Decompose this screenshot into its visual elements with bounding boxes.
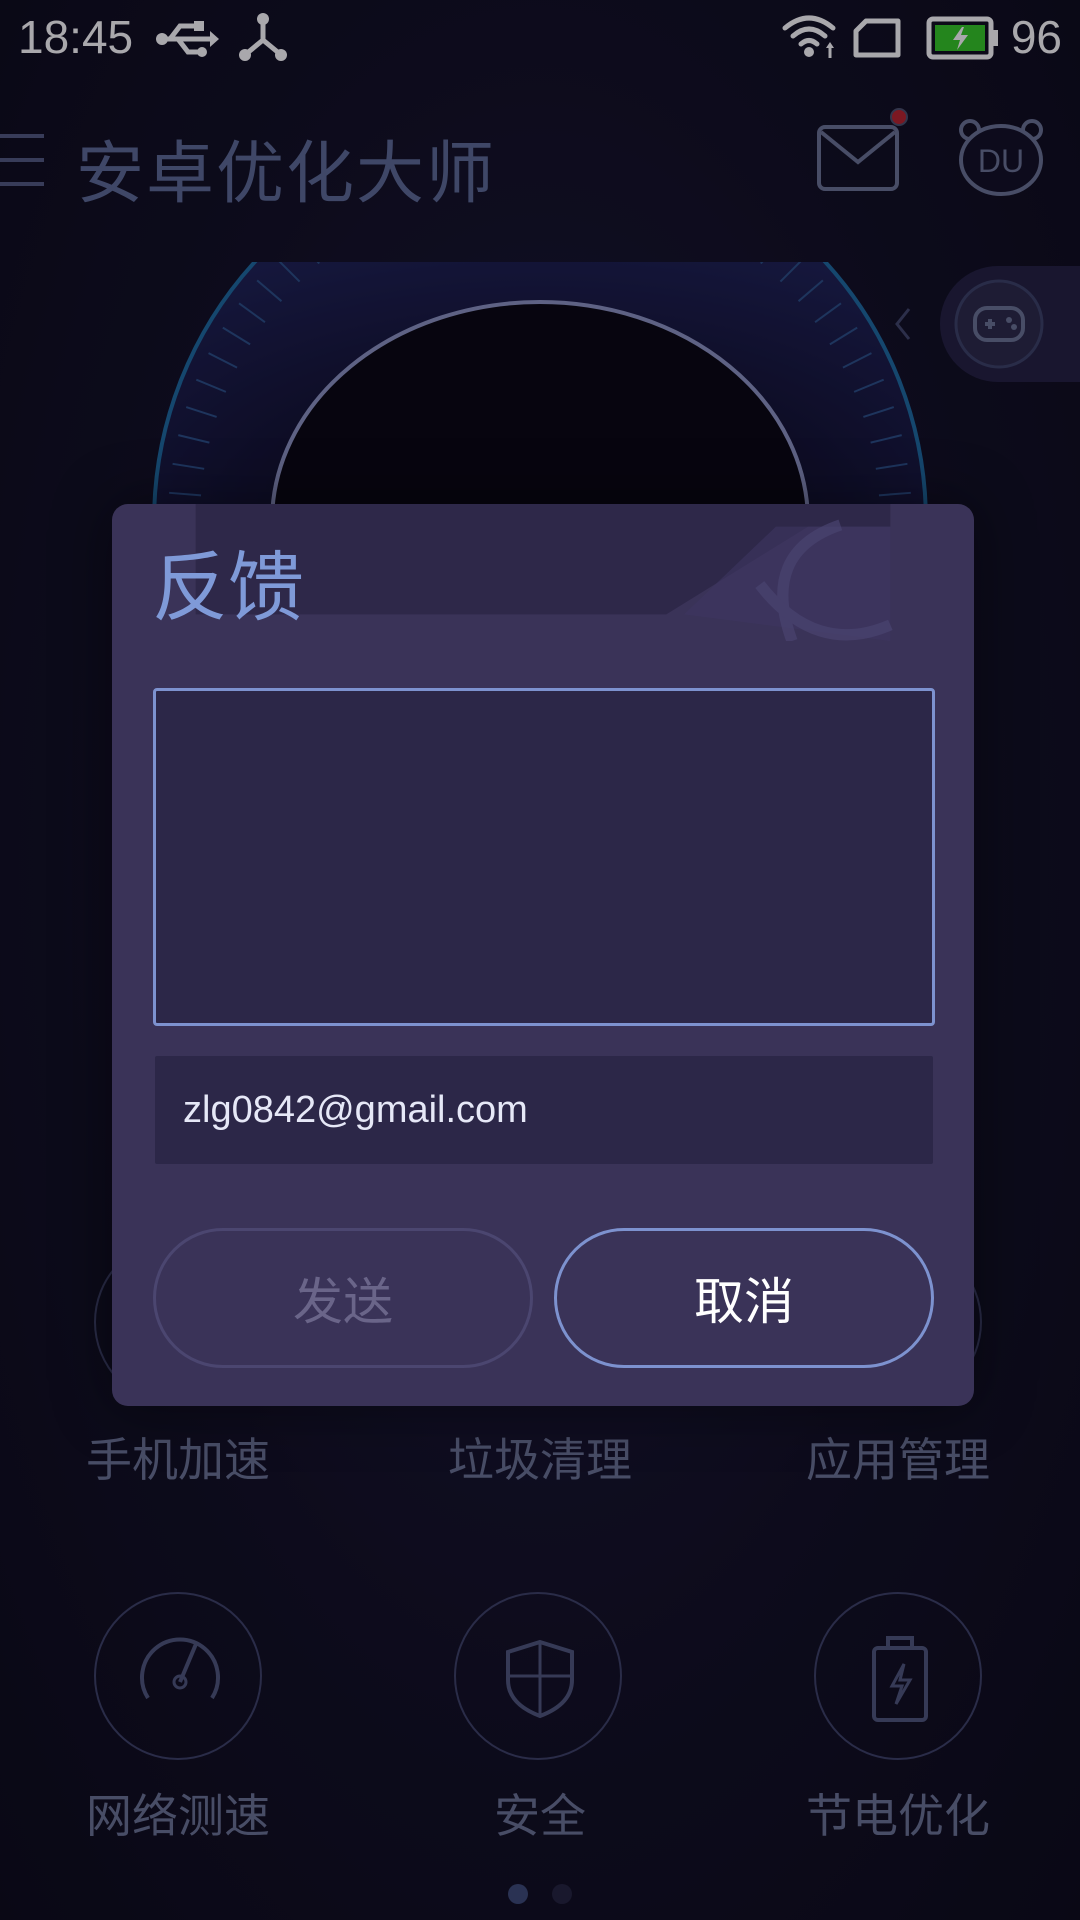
feedback-textarea[interactable] <box>153 688 935 1026</box>
cancel-button[interactable]: 取消 <box>554 1228 934 1368</box>
feedback-dialog: 反馈 发送 取消 <box>112 504 974 1406</box>
email-field[interactable] <box>155 1056 933 1164</box>
dialog-title: 反馈 <box>152 543 304 632</box>
screen: 18:45 96 安卓优化大师 DU 手机加速 垃圾清理 应用管理 网络测速 安… <box>0 0 1080 1920</box>
send-button[interactable]: 发送 <box>153 1228 533 1368</box>
